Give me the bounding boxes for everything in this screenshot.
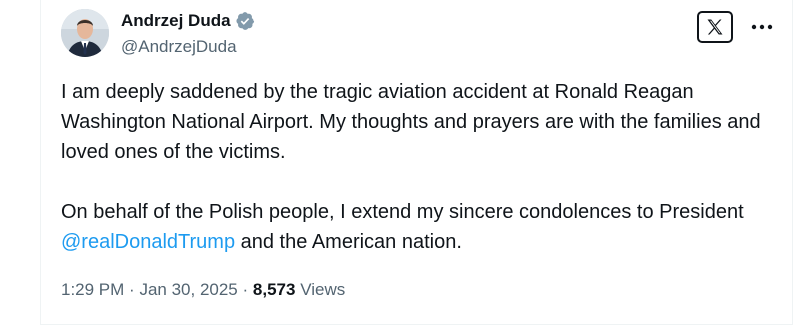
author-row: Andrzej Duda [121,10,255,32]
page: Andrzej Duda @AndrzejDuda I am deeply sa… [0,0,794,326]
verified-badge-icon [235,11,255,31]
x-logo-icon[interactable] [697,11,733,43]
meta-separator: · [242,280,249,299]
tweet-paragraph-2-end: and the American nation. [235,231,462,253]
author-name[interactable]: Andrzej Duda [121,10,231,32]
avatar-image [61,9,109,57]
author-handle[interactable]: @AndrzejDuda [121,36,237,58]
mention-link[interactable]: @realDonaldTrump [61,231,235,253]
tweet-paragraph-2: On behalf of the Polish people, I extend… [61,197,761,257]
x-logo-glyph [707,19,723,35]
tweet-paragraph-1: I am deeply saddened by the tragic aviat… [61,81,761,163]
tweet-date[interactable]: Jan 30, 2025 [139,280,237,299]
tweet-paragraph-2-start: On behalf of the Polish people, I extend… [61,201,744,223]
tweet-text: I am deeply saddened by the tragic aviat… [61,77,761,257]
views-count: 8,573 [252,280,296,299]
tweet-meta: 1:29 PM · Jan 30, 2025 · 8,573 Views [61,279,345,301]
avatar[interactable] [61,9,109,57]
more-options-icon[interactable] [746,15,778,39]
meta-separator: · [129,280,135,299]
views-label: Views [300,280,346,299]
tweet-time[interactable]: 1:29 PM [61,280,124,299]
